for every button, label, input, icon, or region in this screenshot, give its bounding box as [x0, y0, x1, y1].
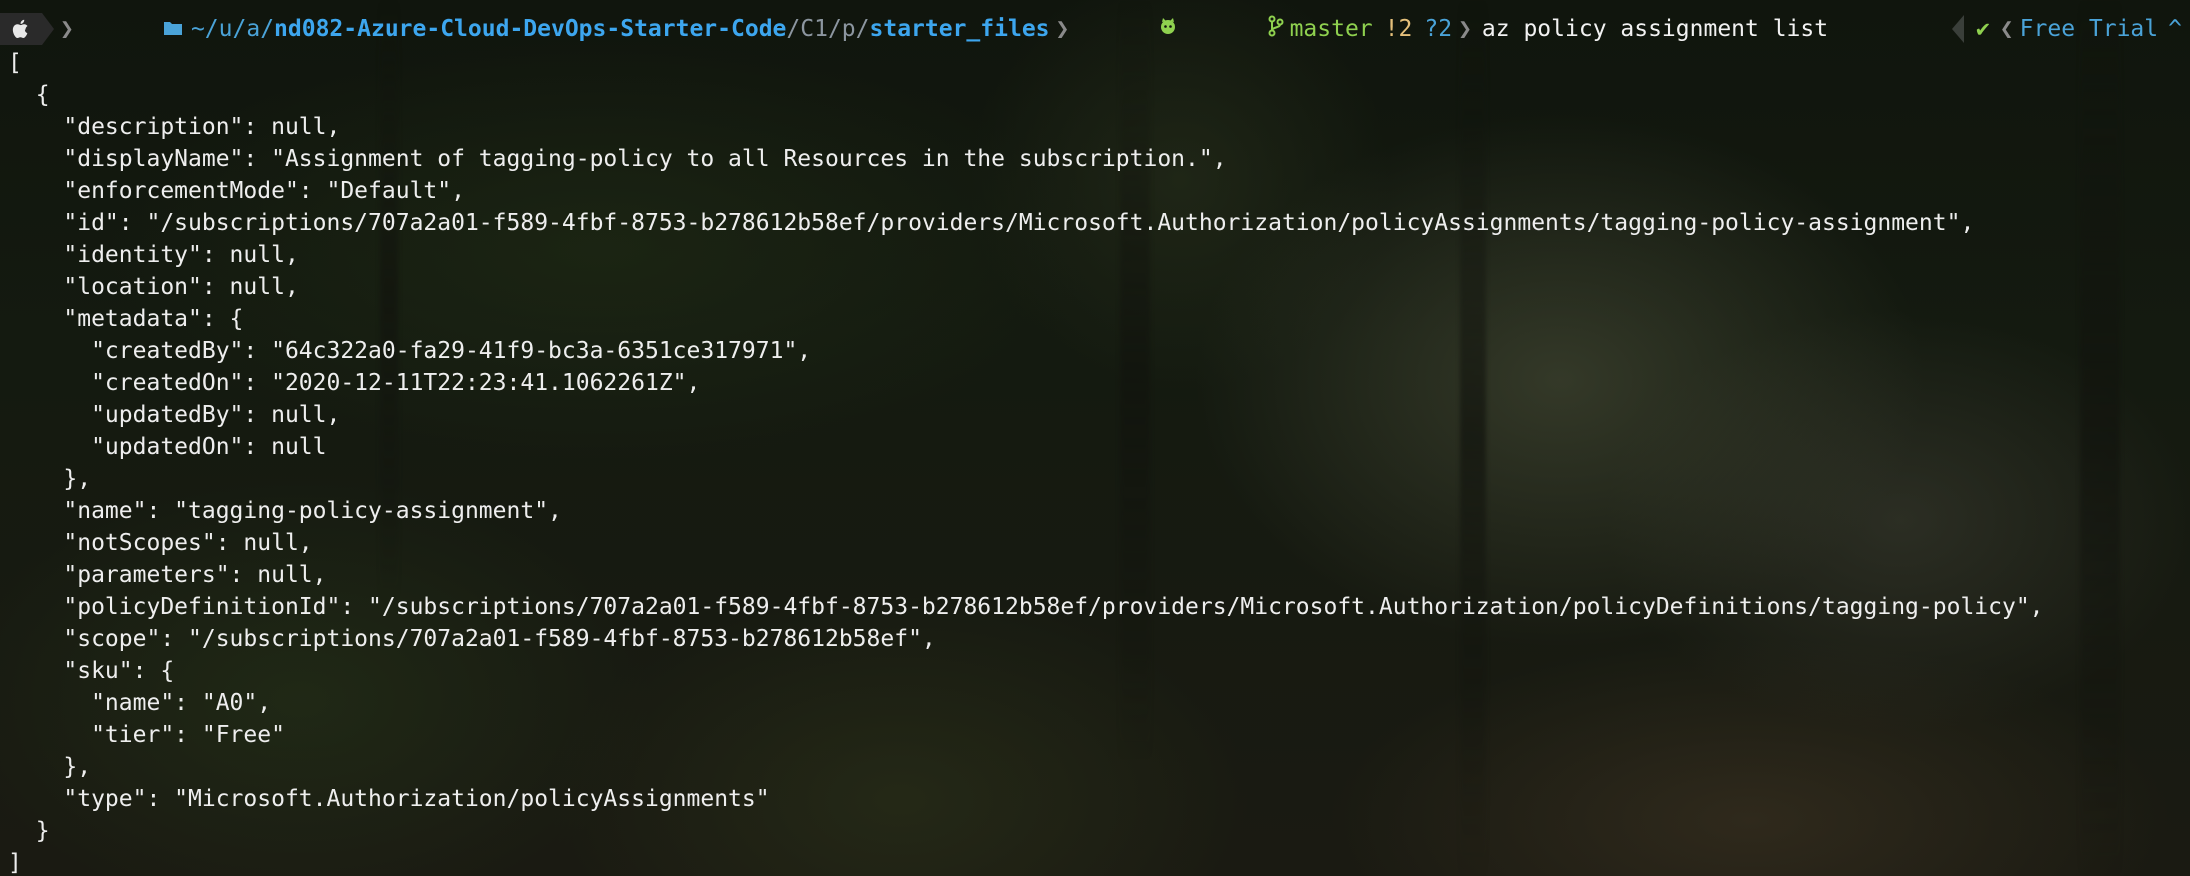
git-branch-name: master: [1289, 16, 1373, 42]
output-line: "tier": "Free": [8, 722, 285, 748]
output-line: "location": null,: [8, 274, 299, 300]
output-line: ]: [8, 850, 22, 876]
output-line: "scope": "/subscriptions/707a2a01-f589-4…: [8, 626, 936, 652]
segment-separator-thin: ❯: [1458, 16, 1472, 42]
segment-separator-left: [1951, 15, 1964, 43]
output-line: "displayName": "Assignment of tagging-po…: [8, 146, 1227, 172]
git-modified-count: !2: [1384, 16, 1413, 42]
path-prefix: ~/u/a/: [190, 16, 275, 42]
command-text[interactable]: az policy assignment list: [1482, 16, 1828, 42]
output-line: }: [8, 818, 50, 844]
segment-separator-thin: ❯: [1055, 16, 1070, 42]
output-line: "name": "A0",: [8, 690, 272, 716]
output-line: "parameters": null,: [8, 562, 327, 588]
output-line: },: [8, 754, 92, 780]
output-line: "id": "/subscriptions/707a2a01-f589-4fbf…: [8, 210, 1975, 236]
output-line: "name": "tagging-policy-assignment",: [8, 498, 562, 524]
output-line: "updatedOn": null: [8, 434, 327, 460]
terminal-window[interactable]: ❯ ~/u/a/nd082-Azure-Cloud-DevOps-Starter…: [0, 0, 2190, 876]
output-line: "notScopes": null,: [8, 530, 313, 556]
apple-icon-svg: [12, 19, 28, 38]
output-line: "createdOn": "2020-12-11T22:23:41.106226…: [8, 370, 701, 396]
branch-icon-svg: [1268, 15, 1284, 37]
path-repo: nd082-Azure-Cloud-DevOps-Starter-Code: [274, 16, 787, 42]
output-line: "metadata": {: [8, 306, 244, 332]
right-prompt: ✔ ❮ Free Trial ^: [1951, 11, 2190, 47]
output-line: "enforcementMode": "Default",: [8, 178, 465, 204]
status-check-icon: ✔: [1975, 16, 1990, 42]
path-current-dir: starter_files: [869, 16, 1050, 42]
output-line: "description": null,: [8, 114, 341, 140]
output-line: "policyDefinitionId": "/subscriptions/70…: [8, 594, 2044, 620]
git-untracked-count: ?2: [1424, 16, 1453, 42]
apple-icon: [0, 13, 42, 45]
subscription-caret-icon: ^: [2168, 16, 2182, 42]
shell-prompt: ❯ ~/u/a/nd082-Azure-Cloud-DevOps-Starter…: [0, 11, 2190, 47]
background-trunk: [2080, 0, 2120, 876]
command-output[interactable]: [ { "description": null, "displayName": …: [8, 47, 2044, 876]
output-line: [: [8, 50, 22, 76]
segment-separator-thin: ❯: [60, 16, 74, 42]
github-icon-svg: [1161, 18, 1176, 34]
output-line: },: [8, 466, 92, 492]
output-line: "createdBy": "64c322a0-fa29-41f9-bc3a-63…: [8, 338, 812, 364]
subscription-label: Free Trial: [2019, 16, 2159, 42]
path-middle: /C1/p/: [786, 16, 870, 42]
segment-separator: [42, 13, 54, 45]
folder-icon-svg: [163, 22, 182, 35]
output-line: "updatedBy": null,: [8, 402, 341, 428]
segment-separator-thin: ❮: [1999, 16, 2014, 42]
output-line: "identity": null,: [8, 242, 299, 268]
output-line: "sku": {: [8, 658, 175, 684]
output-line: {: [8, 82, 50, 108]
output-line: "type": "Microsoft.Authorization/policyA…: [8, 786, 770, 812]
